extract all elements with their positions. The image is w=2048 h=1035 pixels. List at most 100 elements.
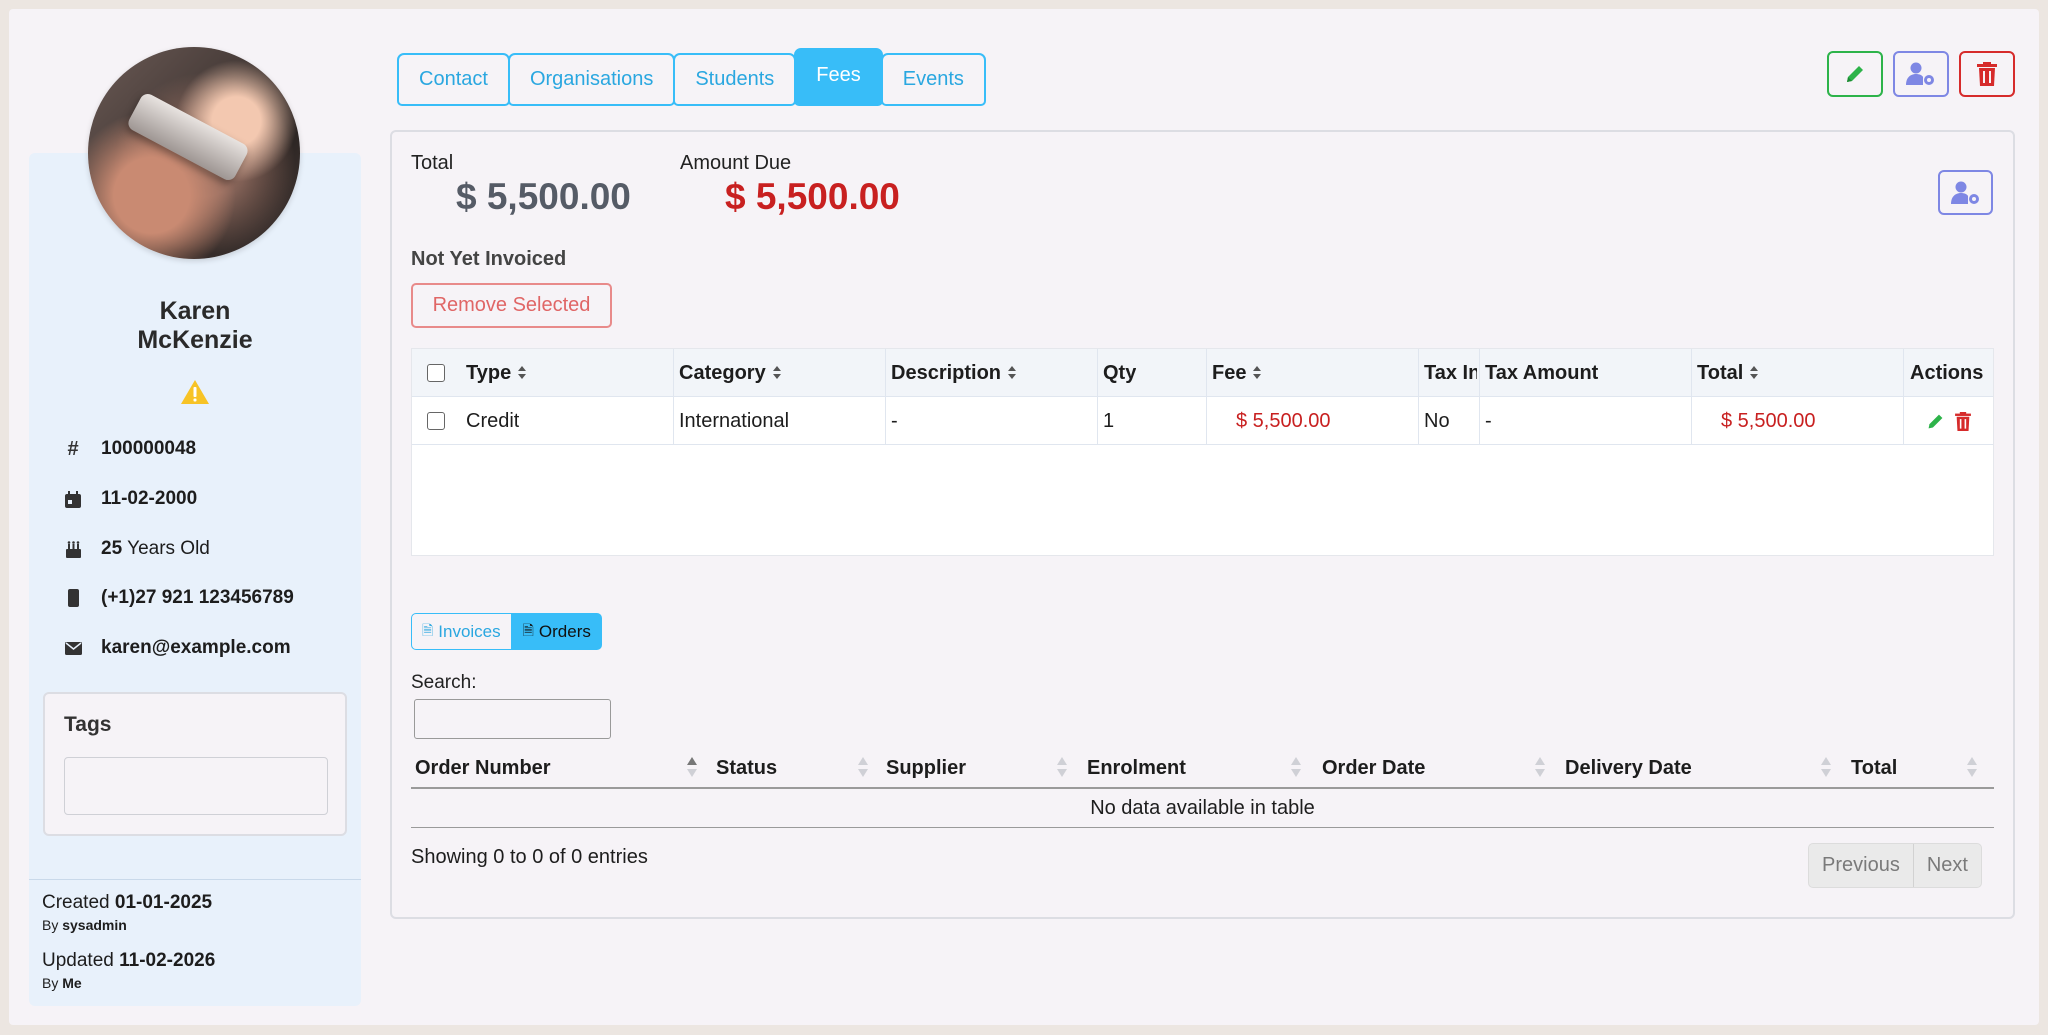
dob-row: 11-02-2000: [64, 484, 197, 514]
pencil-icon: [1847, 66, 1863, 82]
total-label: Total: [411, 152, 454, 174]
cell-tax-inclusive: No: [1424, 409, 1450, 432]
updated-by: Me: [62, 975, 82, 991]
col-order-date[interactable]: Order Date: [1322, 747, 1425, 789]
edit-contact-button[interactable]: [1827, 51, 1883, 97]
invoices-toggle-button[interactable]: 🗎 Invoices: [411, 613, 512, 650]
birthday-cake-icon: [64, 540, 82, 558]
col-enrolment[interactable]: Enrolment: [1087, 747, 1186, 789]
col-status[interactable]: Status: [716, 747, 777, 789]
avatar: [88, 47, 300, 259]
orders-toggle-button[interactable]: 🗎 Orders: [511, 613, 602, 650]
sort-icon: [1535, 757, 1545, 779]
phone-number: (+1)27 921 123456789: [101, 587, 294, 608]
age-row: 25 Years Old: [64, 534, 210, 564]
cell-fee: $ 5,500.00: [1236, 409, 1331, 432]
tab-bar: Contact Organisations Students Fees Even…: [397, 48, 986, 106]
sort-icon: [1057, 757, 1067, 779]
tags-title: Tags: [64, 713, 112, 736]
email-address[interactable]: karen@example.com: [101, 637, 291, 659]
sidebar-divider: [29, 879, 361, 880]
tab-events[interactable]: Events: [880, 53, 986, 106]
table-row: Credit International - 1 $ 5,500.00 No -…: [412, 397, 1993, 445]
entries-info: Showing 0 to 0 of 0 entries: [411, 846, 648, 868]
sort-icon: [1821, 757, 1831, 779]
tags-card: Tags: [43, 692, 347, 836]
sort-icon: [1967, 757, 1977, 779]
cell-description: -: [891, 409, 898, 432]
search-label: Search:: [411, 672, 477, 693]
pencil-icon: [1928, 414, 1943, 428]
user-settings-button[interactable]: [1893, 51, 1949, 97]
total-value: $ 5,500.00: [456, 176, 631, 217]
trash-icon: [1955, 411, 1971, 431]
previous-button[interactable]: Previous: [1809, 844, 1913, 887]
updated-label: Updated: [42, 950, 114, 971]
col-total[interactable]: Total: [1697, 349, 1759, 397]
envelope-icon: [64, 639, 82, 657]
calendar-icon: [64, 490, 82, 508]
tab-fees[interactable]: Fees: [794, 48, 883, 106]
updated-meta: Updated 11-02-2026 By Me: [42, 950, 215, 991]
col-order-total[interactable]: Total: [1851, 747, 1897, 789]
updated-by-label: By: [42, 975, 59, 991]
col-actions: Actions: [1910, 361, 1984, 384]
tab-students[interactable]: Students: [673, 53, 797, 106]
row-checkbox[interactable]: [427, 397, 445, 445]
sort-asc-icon: [687, 757, 697, 779]
documents-toggle: 🗎 Invoices 🗎 Orders: [411, 613, 602, 650]
not-yet-invoiced-title: Not Yet Invoiced: [411, 248, 567, 270]
tags-input[interactable]: [64, 757, 328, 815]
col-tax-amount: Tax Amount: [1485, 361, 1599, 384]
row-edit-button[interactable]: [1926, 397, 1945, 445]
file-invoice-icon: 🗎: [522, 621, 534, 638]
cell-category: International: [679, 409, 790, 432]
cell-type: Credit: [466, 409, 520, 432]
trash-icon: [1977, 62, 1997, 86]
mobile-phone-icon: [64, 589, 82, 607]
col-tax-inclusive: Tax In: [1424, 361, 1477, 384]
age-value: 25: [101, 538, 123, 559]
warning-icon: [181, 380, 209, 404]
fees-table-header: Type Category Description Qty Fee Tax In…: [412, 349, 1993, 397]
next-button[interactable]: Next: [1912, 844, 1981, 887]
remove-selected-button[interactable]: Remove Selected: [411, 283, 612, 328]
col-delivery-date[interactable]: Delivery Date: [1565, 747, 1692, 789]
amount-due-value: $ 5,500.00: [725, 176, 900, 217]
delete-contact-button[interactable]: [1959, 51, 2015, 97]
col-fee[interactable]: Fee: [1212, 349, 1262, 397]
fee-user-settings-button[interactable]: [1938, 170, 1993, 215]
created-meta: Created 01-01-2025 By sysadmin: [42, 892, 212, 933]
date-of-birth: 11-02-2000: [101, 488, 198, 509]
col-description[interactable]: Description: [891, 349, 1017, 397]
user-gear-icon: [1906, 62, 1934, 85]
col-supplier[interactable]: Supplier: [886, 747, 966, 789]
select-all-checkbox[interactable]: [427, 349, 445, 397]
last-name: McKenzie: [137, 326, 253, 354]
col-qty: Qty: [1103, 361, 1137, 384]
tab-organisations[interactable]: Organisations: [507, 53, 676, 106]
age-suffix: Years Old: [127, 538, 210, 559]
profile-name: Karen McKenzie: [29, 297, 361, 355]
col-type[interactable]: Type: [466, 349, 527, 397]
amount-due-label: Amount Due: [680, 152, 792, 174]
created-by: sysadmin: [62, 917, 127, 933]
col-order-number[interactable]: Order Number: [415, 747, 551, 789]
sort-icon: [858, 757, 868, 779]
phone-row: (+1)27 921 123456789: [64, 583, 294, 613]
tab-contact[interactable]: Contact: [397, 53, 510, 106]
pagination: Previous Next: [1808, 843, 1982, 888]
orders-table-header: Order Number Status Supplier Enrolment O…: [411, 747, 1994, 789]
user-gear-icon: [1950, 181, 1979, 204]
cell-tax-amount: -: [1485, 409, 1492, 432]
email-row: karen@example.com: [64, 633, 291, 663]
id-number-row: # 100000048: [64, 434, 196, 464]
row-delete-button[interactable]: [1955, 397, 1971, 445]
created-date: 01-01-2025: [114, 892, 213, 913]
fees-table: Type Category Description Qty Fee Tax In…: [411, 348, 1994, 556]
col-category[interactable]: Category: [679, 349, 781, 397]
created-label: Created: [42, 892, 110, 913]
orders-search-input[interactable]: [414, 699, 611, 739]
cell-qty: 1: [1103, 409, 1115, 432]
id-number: 100000048: [101, 438, 197, 459]
